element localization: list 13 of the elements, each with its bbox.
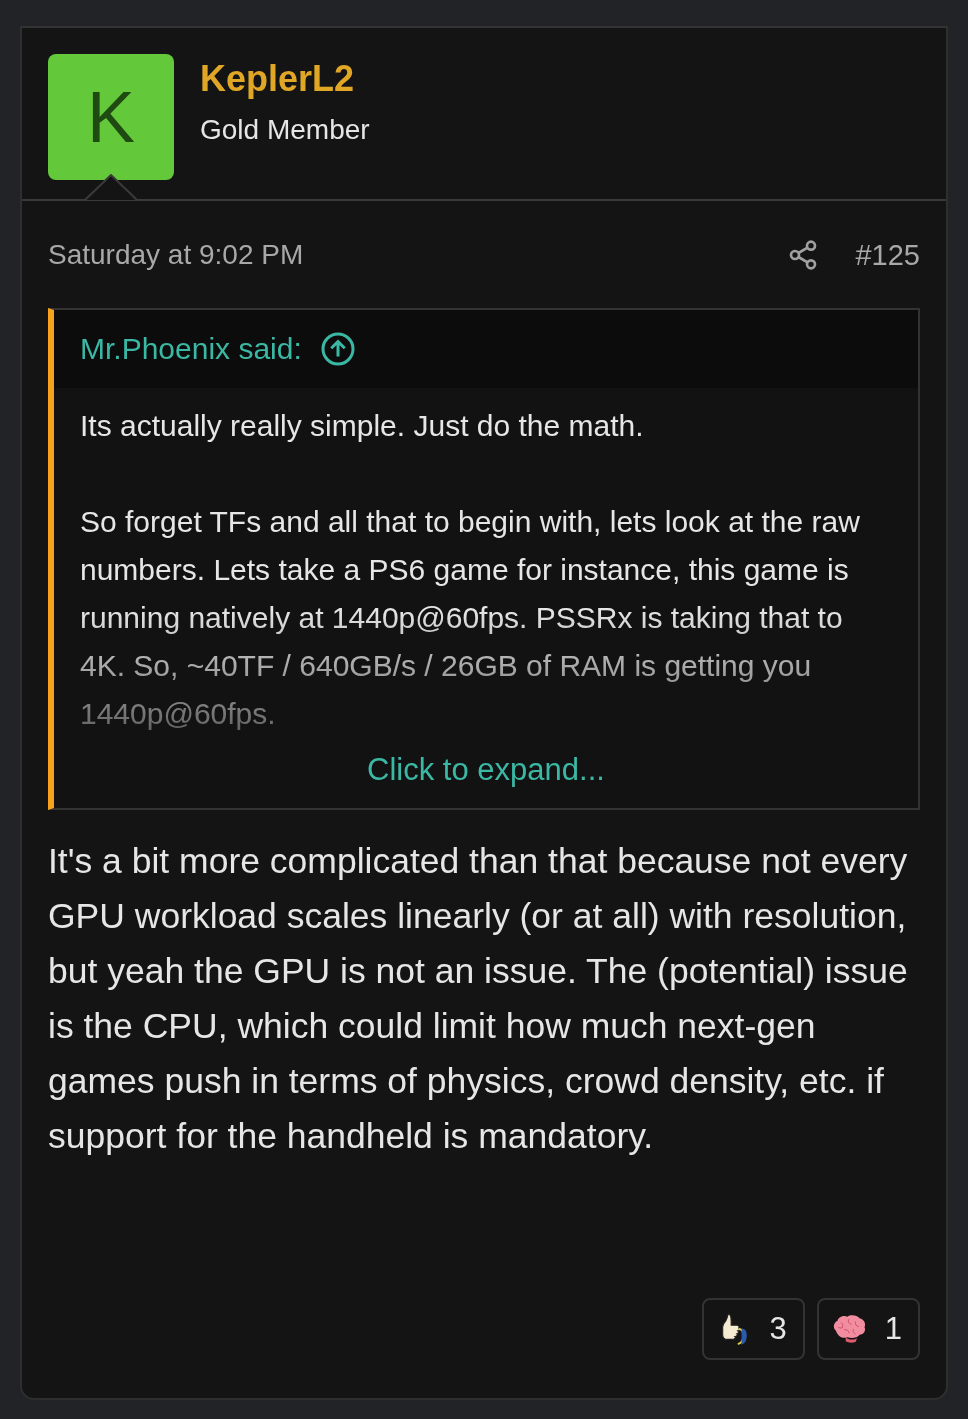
username-link[interactable]: KeplerL2 [200, 58, 370, 100]
post-text: It's a bit more complicated than that because not every GPU workload scales linearly (or at all) with resolution, but yeah the GPU is not an issue. The (potential) issue is the CPU, which could limit how much next-gen games push in terms of physics, crowd density, etc. if support for the handheld is mandatory. [48, 840, 909, 1158]
reaction-button[interactable]: 1 [816, 1298, 920, 1360]
post-number-link[interactable]: #125 [855, 238, 920, 272]
avatar[interactable]: K [48, 54, 174, 180]
quote-author-link[interactable]: Mr.Phoenix said: [80, 332, 302, 366]
expand-link[interactable]: Click to expand... [54, 738, 918, 808]
post-date[interactable]: Saturday at 9:02 PM [48, 239, 788, 271]
user-title: Gold Member [200, 114, 370, 146]
reaction-button[interactable]: 3 [701, 1298, 805, 1360]
quote-paragraph: So forget TFs and all that to begin with, lets look at the raw numbers. Lets take a PS6 game for instance, this game is running natively at 1440p@60fps. PSSRx is taking that to 4K. So, ~40TF / 640GB/s / 26GB of RAM is getting you 1440p@60fps. [80, 504, 861, 732]
arrow-up-circle-icon[interactable] [319, 331, 356, 367]
quote-paragraph: Its actually really simple. Just do the math. [80, 408, 645, 444]
